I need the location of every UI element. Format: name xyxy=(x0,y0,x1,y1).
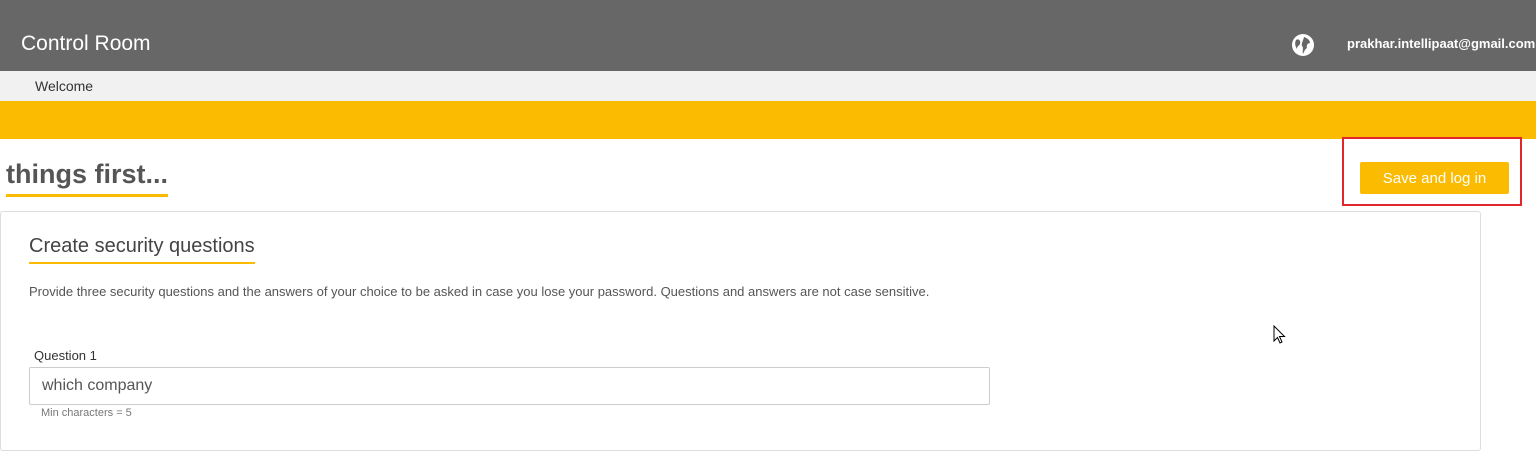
mouse-cursor-icon xyxy=(1273,325,1286,344)
user-email-menu[interactable]: prakhar.intellipaat@gmail.com xyxy=(1347,36,1535,51)
question-1-input[interactable] xyxy=(29,367,990,405)
top-bar: Control Room prakhar.intellipaat@gmail.c… xyxy=(0,0,1536,71)
card-title: Create security questions xyxy=(29,235,255,264)
accent-band xyxy=(0,101,1536,139)
globe-icon[interactable] xyxy=(1291,33,1315,57)
save-and-log-in-button[interactable]: Save and log in xyxy=(1360,162,1509,194)
sub-nav: Welcome xyxy=(0,71,1536,101)
card-description: Provide three security questions and the… xyxy=(29,284,930,299)
welcome-tab[interactable]: Welcome xyxy=(35,78,93,94)
question-1-hint: Min characters = 5 xyxy=(41,407,132,419)
app-title[interactable]: Control Room xyxy=(21,32,151,56)
security-questions-card: Create security questions Provide three … xyxy=(0,211,1481,451)
page-title: things first... xyxy=(6,158,168,197)
question-1-label: Question 1 xyxy=(34,348,97,363)
